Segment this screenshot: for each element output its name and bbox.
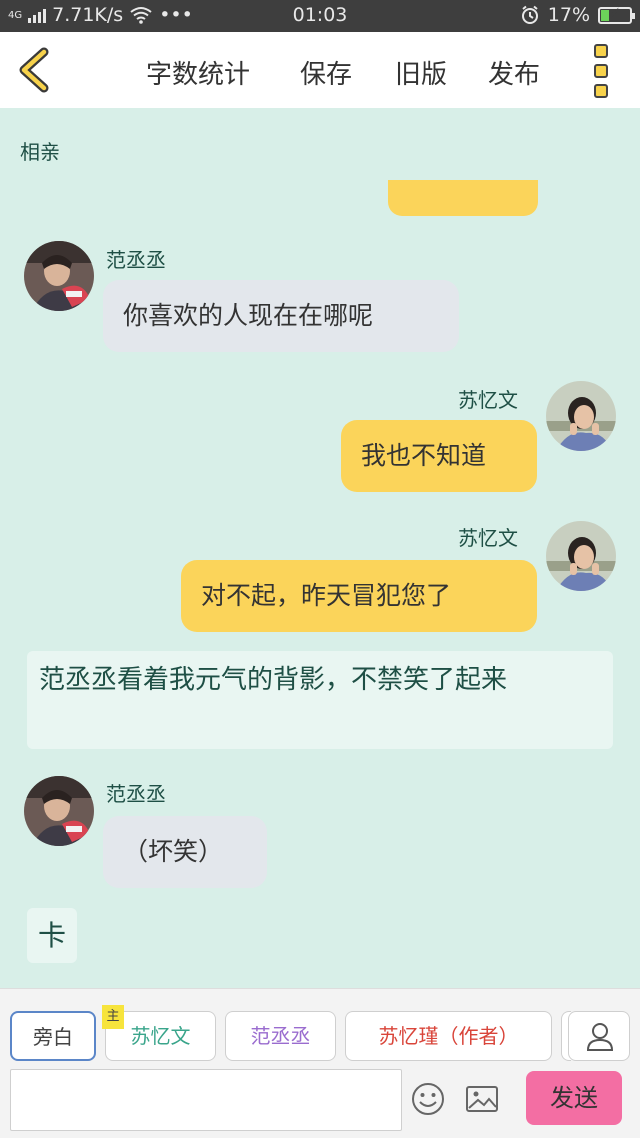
role-su-yijin-author[interactable]: 苏忆瑾（作者）	[345, 1011, 552, 1061]
alarm-icon	[521, 5, 538, 24]
status-bar: 4G 7.71K/s ••• 01:03 17% ⚡	[0, 0, 640, 32]
role-selector: 旁白 苏忆文 主 范丞丞 苏忆瑾（作者）	[0, 1005, 640, 1063]
message-bubble[interactable]: （坏笑）	[103, 816, 267, 888]
avatar-boy-image	[24, 776, 94, 846]
message-bubble[interactable]: 我也不知道	[341, 420, 537, 492]
chevron-left-icon	[19, 47, 49, 93]
message-bubble[interactable]: 你喜欢的人现在在哪呢	[103, 280, 459, 352]
sender-name: 范丞丞	[106, 248, 166, 272]
avatar-su[interactable]	[546, 521, 616, 591]
composer-panel: 旁白 苏忆文 主 范丞丞 苏忆瑾（作者） 发送	[0, 988, 640, 1138]
battery-icon: ⚡	[598, 6, 635, 24]
sender-name: 苏忆文	[458, 526, 518, 550]
word-count-button[interactable]: 字数统计	[146, 54, 250, 91]
send-button[interactable]: 发送	[526, 1071, 622, 1125]
image-button[interactable]	[464, 1081, 500, 1117]
chat-area[interactable]: 相亲 范丞丞 你喜欢的人现在在哪呢 苏忆文 我也不知道 苏忆文 对不起，昨天冒犯…	[0, 108, 640, 988]
save-button[interactable]: 保存	[300, 54, 352, 91]
narration-message[interactable]: 范丞丞看着我元气的背影，不禁笑了起来	[27, 651, 613, 749]
avatar-fan[interactable]	[24, 776, 94, 846]
role-fan-chengcheng[interactable]: 范丞丞	[225, 1011, 336, 1061]
old-version-button[interactable]: 旧版	[395, 54, 447, 91]
partial-message-bubble[interactable]	[388, 180, 538, 216]
story-title: 相亲	[20, 140, 60, 164]
avatar-fan[interactable]	[24, 241, 94, 311]
image-icon	[466, 1086, 498, 1112]
publish-button[interactable]: 发布	[488, 54, 540, 91]
narration-message[interactable]: 卡	[27, 908, 77, 963]
role-narrator[interactable]: 旁白	[10, 1011, 96, 1061]
user-icon	[586, 1023, 614, 1051]
more-icon	[594, 44, 608, 58]
avatar-boy-image	[24, 241, 94, 311]
avatar-girl-image	[546, 381, 616, 451]
top-toolbar: 字数统计 保存 旧版 发布	[0, 32, 640, 108]
message-input[interactable]	[10, 1069, 402, 1131]
battery-percent: 17%	[547, 4, 590, 26]
manage-roles-button[interactable]	[568, 1011, 630, 1061]
sender-name: 范丞丞	[106, 782, 166, 806]
sender-name: 苏忆文	[458, 388, 518, 412]
avatar-su[interactable]	[546, 381, 616, 451]
main-role-badge: 主	[102, 1005, 124, 1029]
emoji-button[interactable]	[410, 1081, 446, 1117]
smiley-icon	[412, 1083, 444, 1115]
avatar-girl-image	[546, 521, 616, 591]
message-bubble[interactable]: 对不起，昨天冒犯您了	[181, 560, 537, 632]
more-menu-button[interactable]	[594, 44, 614, 98]
back-button[interactable]	[14, 46, 58, 94]
